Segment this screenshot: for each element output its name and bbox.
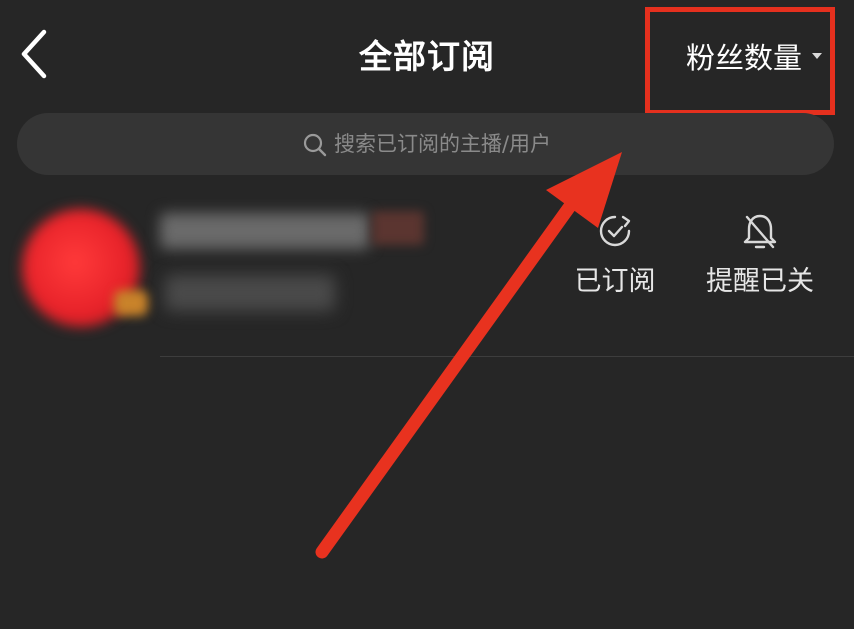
- subscriptions-page: 全部订阅 粉丝数量 已订阅: [0, 0, 854, 629]
- search-input[interactable]: [17, 113, 834, 175]
- subscription-row[interactable]: 已订阅 提醒已关: [0, 195, 854, 355]
- back-button[interactable]: [14, 26, 58, 82]
- chevron-left-icon: [21, 29, 47, 79]
- row-divider: [160, 356, 854, 357]
- search-icon: [303, 133, 327, 157]
- subscribed-button[interactable]: 已订阅: [570, 211, 660, 298]
- user-desc-blurred: [165, 275, 335, 311]
- search-bar[interactable]: [17, 113, 834, 175]
- remind-toggle-button[interactable]: 提醒已关: [700, 211, 820, 298]
- subscribed-label: 已订阅: [574, 266, 656, 297]
- remind-label: 提醒已关: [706, 266, 814, 297]
- user-name-blurred: [160, 213, 370, 249]
- subscribed-check-icon: [599, 215, 631, 247]
- user-tag-blurred: [372, 211, 424, 245]
- bell-off-icon: [743, 214, 777, 249]
- avatar-badge: [114, 290, 148, 316]
- annotation-highlight-box: [645, 7, 835, 115]
